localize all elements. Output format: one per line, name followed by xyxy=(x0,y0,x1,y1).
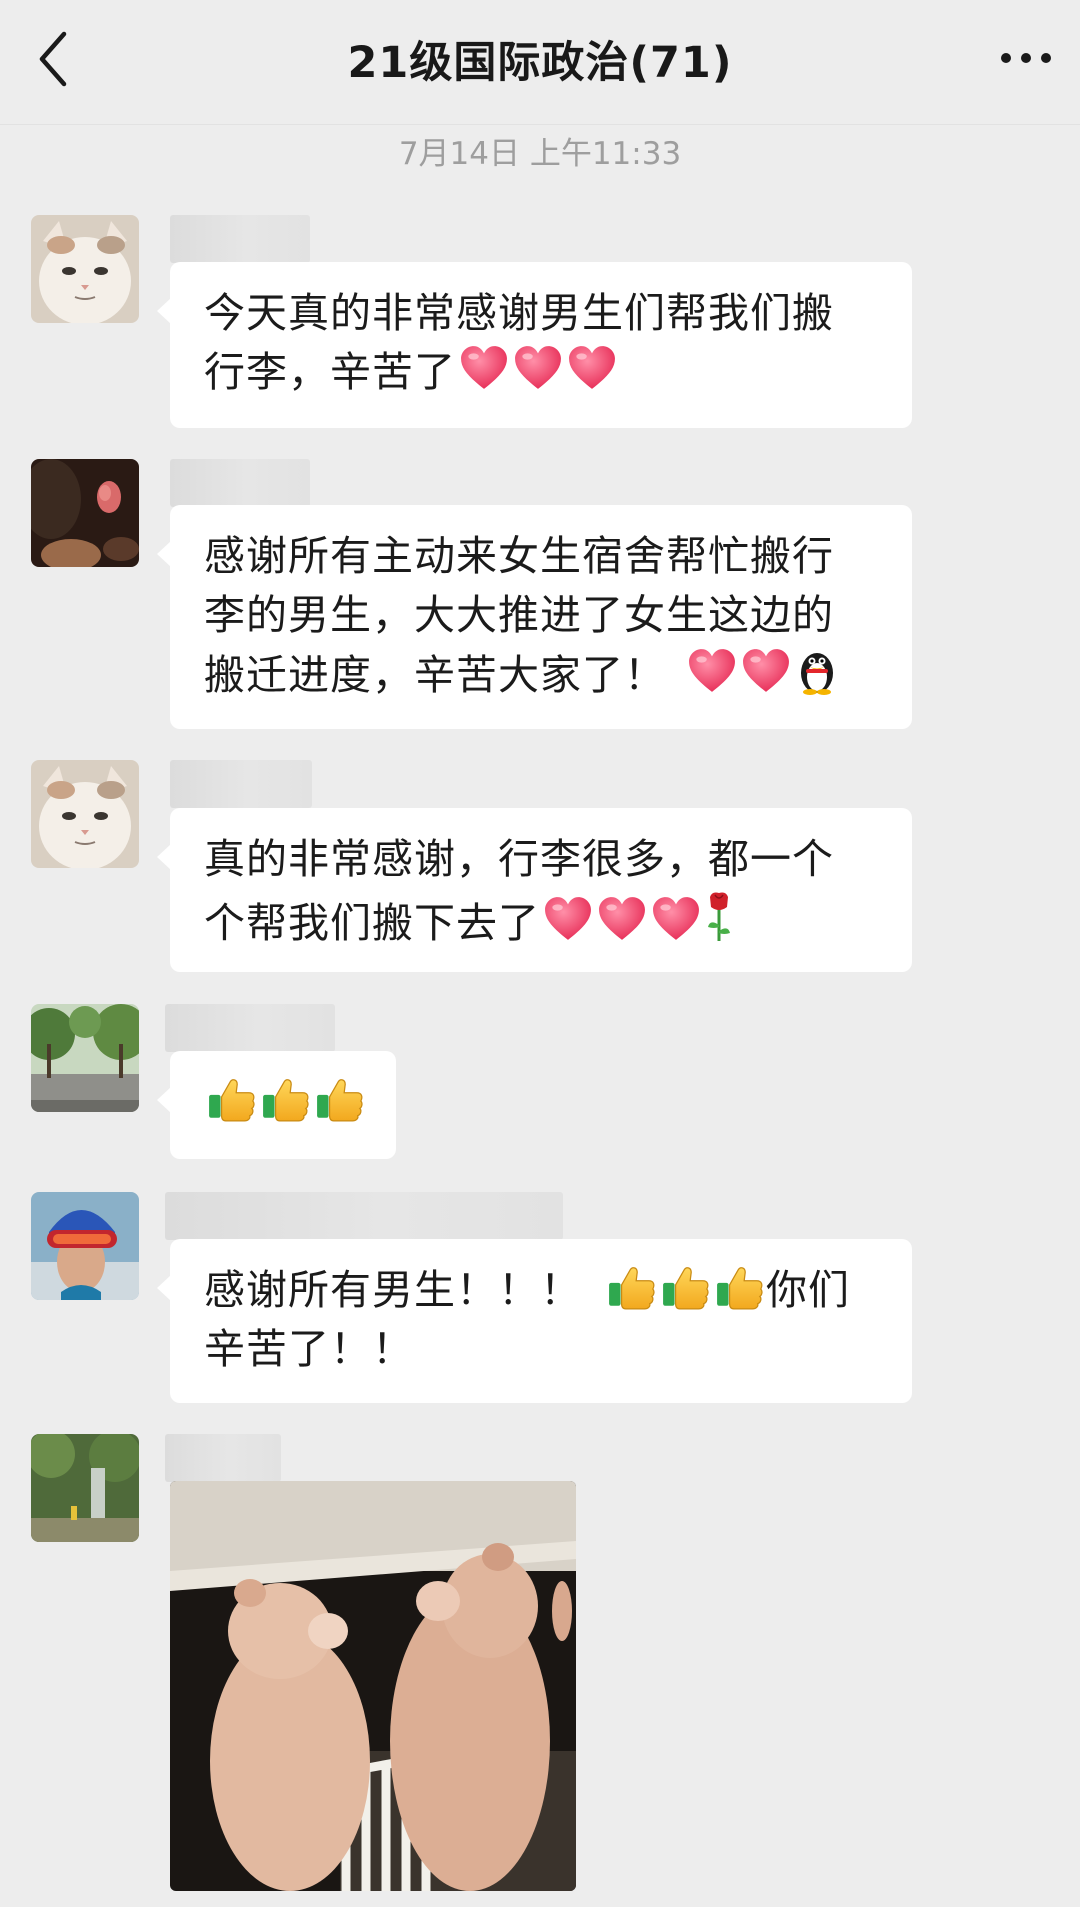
message-text: 感谢所有男生！！！ xyxy=(204,1266,582,1314)
more-button[interactable] xyxy=(998,38,1054,78)
avatar[interactable] xyxy=(31,1192,139,1300)
avatar[interactable] xyxy=(31,215,139,323)
cat-avatar-image xyxy=(31,760,139,868)
avatar[interactable] xyxy=(31,760,139,868)
sender-name-blurred xyxy=(165,1192,563,1240)
chat-title: 21级国际政治(71) xyxy=(347,38,733,88)
sender-name-blurred xyxy=(170,760,312,808)
thumbs-up-emoji-icon xyxy=(716,1267,763,1310)
message-text: 李的男生，大大推进了女生这边的 xyxy=(204,591,834,639)
thumbs-up-emoji-icon xyxy=(262,1079,309,1122)
message-text: 行李，辛苦了 xyxy=(204,348,456,396)
message-text: 个帮我们搬下去了 xyxy=(204,899,540,947)
heart-emoji-icon xyxy=(461,346,507,389)
message-timestamp: 7月14日 上午11:33 xyxy=(398,136,682,172)
heart-emoji-icon xyxy=(515,346,561,389)
sender-name-blurred xyxy=(170,215,310,263)
message-bubble[interactable] xyxy=(157,1051,396,1159)
heart-emoji-icon xyxy=(743,649,789,692)
message-text: 真的非常感谢，行李很多，都一个 xyxy=(204,835,834,883)
more-dots-icon xyxy=(1001,53,1051,63)
message-text: 搬迁进度，辛苦大家了！ xyxy=(204,651,666,699)
heart-emoji-icon xyxy=(545,897,591,940)
sender-name-blurred xyxy=(165,1004,335,1052)
sender-name-blurred xyxy=(165,1434,281,1482)
message-text: 辛苦了！！ xyxy=(204,1325,414,1373)
two-plush-bears-image xyxy=(170,1481,576,1891)
trees-avatar-image xyxy=(31,1004,139,1112)
message-bubble[interactable]: 真的非常感谢，行李很多，都一个 个帮我们搬下去了 xyxy=(157,808,912,972)
heart-emoji-icon xyxy=(599,897,645,940)
message-text: 感谢所有主动来女生宿舍帮忙搬行 xyxy=(204,532,834,580)
rose-avatar-image xyxy=(31,459,139,567)
thumbs-up-emoji-icon xyxy=(662,1267,709,1310)
image-message[interactable] xyxy=(170,1481,576,1891)
rose-emoji-icon xyxy=(708,892,730,941)
avatar[interactable] xyxy=(31,459,139,567)
message-text: 今天真的非常感谢男生们帮我们搬 xyxy=(204,289,834,337)
waterfall-avatar-image xyxy=(31,1434,139,1542)
thumbs-up-emoji-icon xyxy=(208,1079,255,1122)
heart-emoji-icon xyxy=(689,649,735,692)
heart-emoji-icon xyxy=(653,897,699,940)
thumbs-up-emoji-icon xyxy=(316,1079,363,1122)
penguin-emoji-icon xyxy=(801,653,833,695)
chat-header: 21级国际政治(71) xyxy=(0,0,1080,125)
helmet-avatar-image xyxy=(31,1192,139,1300)
message-bubble[interactable]: 今天真的非常感谢男生们帮我们搬 行李，辛苦了 xyxy=(157,262,912,428)
cat-avatar-image xyxy=(31,215,139,323)
message-bubble[interactable]: 感谢所有主动来女生宿舍帮忙搬行 李的男生，大大推进了女生这边的 搬迁进度，辛苦大… xyxy=(157,505,912,729)
heart-emoji-icon xyxy=(569,346,615,389)
sender-name-blurred xyxy=(170,459,310,507)
message-bubble[interactable]: 感谢所有男生！！！ 你们 辛苦了！！ xyxy=(157,1239,912,1403)
avatar[interactable] xyxy=(31,1434,139,1542)
thumbs-up-emoji-icon xyxy=(608,1267,655,1310)
avatar[interactable] xyxy=(31,1004,139,1112)
message-text: 你们 xyxy=(766,1266,850,1314)
